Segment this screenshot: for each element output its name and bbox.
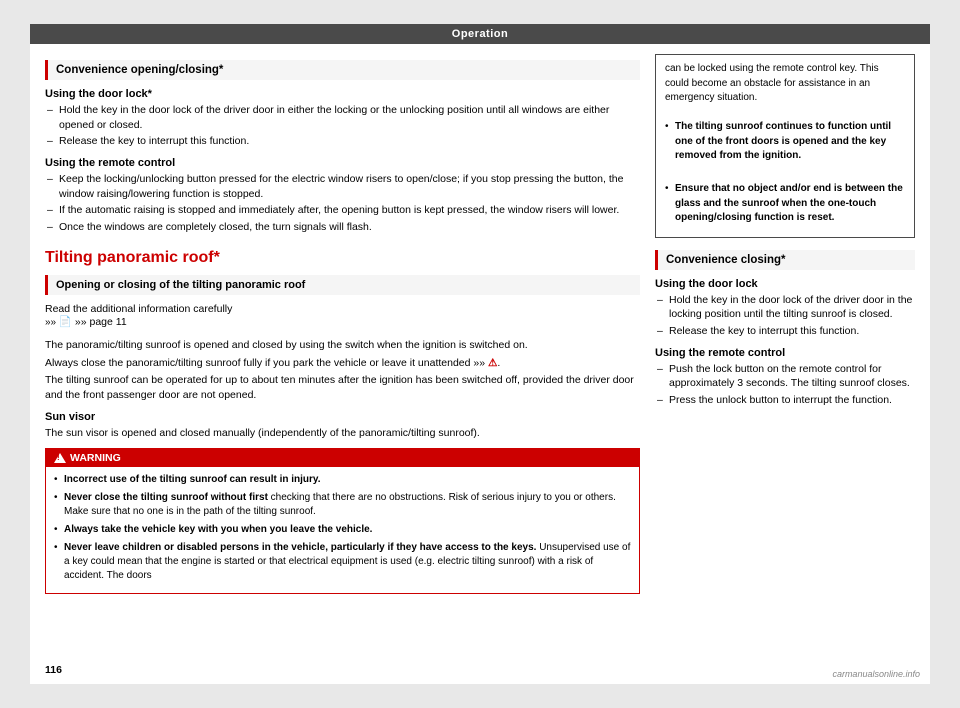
warning-content: Incorrect use of the tilting sunroof can… [46, 467, 639, 593]
content-area: Convenience opening/closing* Using the d… [30, 44, 930, 604]
panoramic-text-3: The tilting sunroof can be operated for … [45, 373, 640, 402]
page-ref: »» page 11 [75, 316, 127, 328]
read-additional: Read the additional information carefull… [45, 303, 640, 328]
sun-visor-text: The sun visor is opened and closed manua… [45, 426, 640, 441]
warning-symbol: ⚠ [488, 357, 497, 369]
warning-label: WARNING [70, 452, 121, 464]
using-remote-title-1: Using the remote control [45, 157, 640, 169]
door-key-bullet-2: Release the key to interrupt this functi… [45, 134, 640, 149]
door-lock-bullet-2: Release the key to interrupt this functi… [655, 324, 915, 339]
warning-triangle-icon [54, 453, 66, 463]
watermark: carmanualsonline.info [832, 669, 920, 679]
info-box: can be locked using the remote control k… [655, 54, 915, 238]
warning-bullet-1: Incorrect use of the tilting sunroof can… [54, 473, 631, 487]
opening-closing-box: Opening or closing of the tilting panora… [45, 275, 640, 295]
using-door-key-title: Using the door lock* [45, 88, 640, 100]
sun-visor-title: Sun visor [45, 411, 640, 423]
closing-remote-bullet-1: Push the lock button on the remote contr… [655, 362, 915, 391]
door-lock-bullet-1: Hold the key in the door lock of the dri… [655, 293, 915, 322]
warning-bullet-3: Always take the vehicle key with you whe… [54, 523, 631, 537]
opening-closing-title: Opening or closing of the tilting panora… [56, 279, 305, 291]
remote-bullet-1: Keep the locking/unlocking button presse… [45, 172, 640, 201]
page: Operation Convenience opening/closing* U… [30, 24, 930, 684]
closing-remote-bullet-2: Press the unlock button to interrupt the… [655, 393, 915, 408]
convenience-closing-title: Convenience closing* [666, 254, 786, 266]
page-ref-arrow: »» [45, 317, 59, 328]
door-lock-title: Using the door lock [655, 278, 915, 290]
header-bar: Operation [30, 24, 930, 44]
page-ref-icon: 📄 [59, 316, 72, 328]
left-column: Convenience opening/closing* Using the d… [45, 54, 640, 594]
tilting-title: Tilting panoramic roof* [45, 249, 640, 267]
door-key-bullet-1: Hold the key in the door lock of the dri… [45, 103, 640, 132]
info-bullet-1: The tilting sunroof continues to functio… [665, 120, 905, 164]
remote-bullet-2: If the automatic raising is stopped and … [45, 203, 640, 218]
header-title: Operation [452, 28, 508, 40]
convenience-closing-section: Convenience closing* [655, 250, 915, 270]
info-box-text: can be locked using the remote control k… [665, 62, 905, 106]
section-convenience-opening: Convenience opening/closing* [45, 60, 640, 80]
info-bullet-2: Ensure that no object and/or end is betw… [665, 182, 905, 226]
warning-bullet-4: Never leave children or disabled persons… [54, 541, 631, 583]
panoramic-text-2: Always close the panoramic/tilting sunro… [45, 356, 640, 371]
section-convenience-opening-title: Convenience opening/closing* [56, 64, 223, 76]
remote-bullet-3: Once the windows are completely closed, … [45, 220, 640, 235]
warning-box: WARNING Incorrect use of the tilting sun… [45, 448, 640, 594]
warning-header: WARNING [46, 449, 639, 467]
warning-bullet-2: Never close the tilting sunroof without … [54, 491, 631, 519]
page-number: 116 [45, 664, 62, 676]
panoramic-text-1: The panoramic/tilting sunroof is opened … [45, 338, 640, 353]
using-remote-title-2: Using the remote control [655, 347, 915, 359]
right-column: can be locked using the remote control k… [655, 54, 915, 594]
